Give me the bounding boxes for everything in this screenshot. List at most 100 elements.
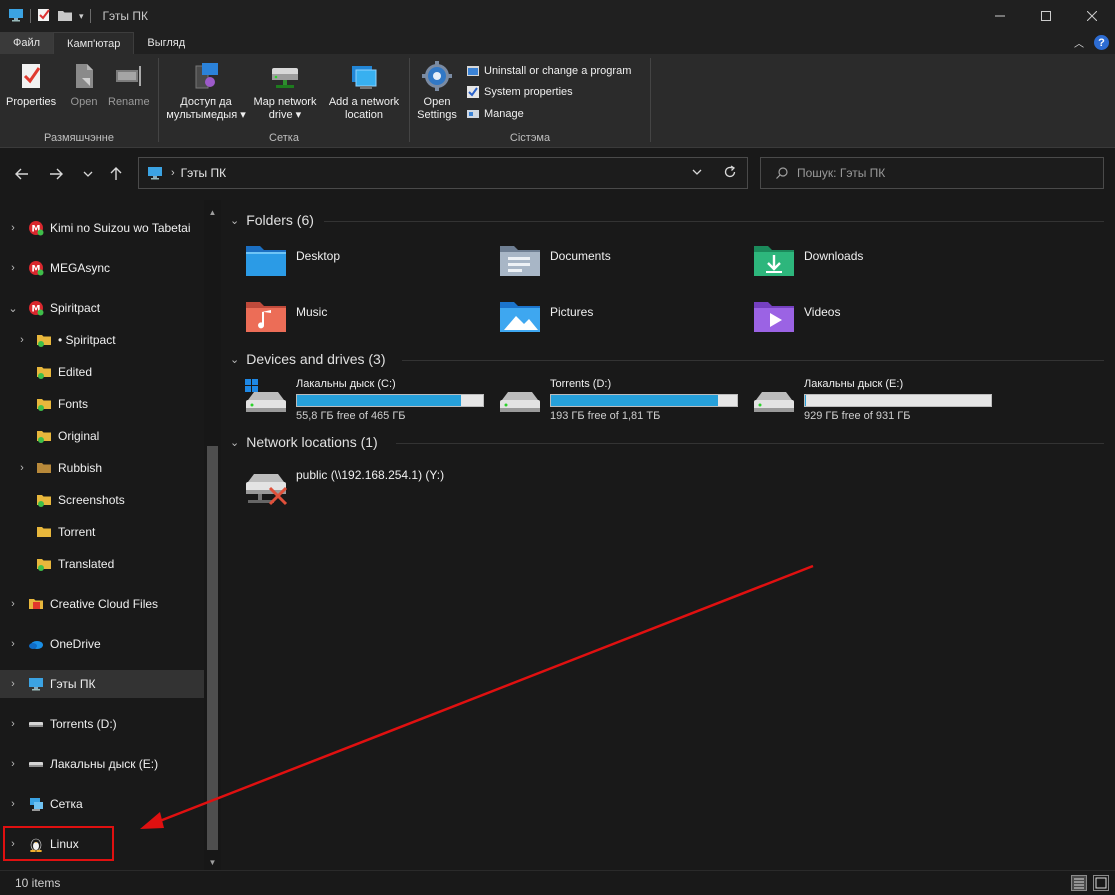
- nav-item-edited[interactable]: Edited: [0, 358, 204, 386]
- tab-file[interactable]: Файл: [0, 32, 54, 54]
- nav-item-network[interactable]: › Сетка: [0, 790, 204, 818]
- hard-drive-icon: [29, 762, 43, 767]
- folder-videos[interactable]: Videos: [752, 298, 1002, 342]
- drive-d[interactable]: Torrents (D:) 193 ГБ free of 1,81 ТБ: [498, 378, 748, 430]
- drives-section-header[interactable]: ⌄ Devices and drives (3): [230, 351, 386, 367]
- nav-item-this-pc[interactable]: › Гэты ПК: [0, 670, 204, 698]
- computer-icon[interactable]: [8, 8, 24, 25]
- media-access-button[interactable]: Доступ да мультымедыя ▾: [163, 60, 249, 122]
- folder-pictures[interactable]: Pictures: [498, 298, 748, 342]
- tab-view[interactable]: Выгляд: [134, 32, 198, 54]
- separator: [89, 9, 91, 23]
- nav-scrollbar[interactable]: ▲ ▼: [204, 200, 221, 870]
- system-properties-icon: [467, 86, 479, 98]
- ribbon-tabs: Файл Камп'ютар Выгляд ︿ ?: [0, 32, 1115, 54]
- expand-chevron-icon[interactable]: ›: [8, 638, 18, 650]
- nav-item-translated[interactable]: Translated: [0, 550, 204, 578]
- nav-item-rubbish[interactable]: › Rubbish: [0, 454, 204, 482]
- scroll-thumb[interactable]: [207, 446, 218, 850]
- breadcrumb[interactable]: Гэты ПК: [181, 166, 226, 180]
- folders-section-header[interactable]: ⌄ Folders (6): [230, 212, 314, 228]
- details-view-button[interactable]: [1071, 875, 1087, 891]
- folder-desktop[interactable]: Desktop: [244, 242, 494, 286]
- folder-documents[interactable]: Documents: [498, 242, 748, 286]
- address-row: › Гэты ПК Пошук: Гэты ПК: [0, 148, 1115, 200]
- search-input[interactable]: Пошук: Гэты ПК: [797, 166, 885, 180]
- nav-item-spiritpact[interactable]: ⌄ M Spiritpact: [0, 294, 204, 322]
- collapse-chevron-icon[interactable]: ⌄: [230, 353, 239, 366]
- nav-item-onedrive[interactable]: › OneDrive: [0, 630, 204, 658]
- folder-downloads[interactable]: Downloads: [752, 242, 1002, 286]
- help-icon[interactable]: ?: [1094, 35, 1109, 50]
- folder-icon: [37, 463, 51, 473]
- open-settings-button[interactable]: Open Settings: [414, 60, 460, 122]
- network-section-header[interactable]: ⌄ Network locations (1): [230, 434, 378, 450]
- tab-computer[interactable]: Камп'ютар: [53, 32, 135, 54]
- network-location-icon: [352, 66, 377, 89]
- search-box[interactable]: Пошук: Гэты ПК: [760, 157, 1104, 189]
- folder-music[interactable]: Music: [244, 298, 494, 342]
- expand-chevron-icon[interactable]: ›: [8, 798, 18, 810]
- rename-icon: [115, 66, 141, 86]
- open-button[interactable]: Open: [68, 60, 100, 109]
- mega-icon: M: [29, 221, 44, 236]
- expand-chevron-icon[interactable]: ›: [8, 262, 18, 274]
- creative-cloud-folder-icon: [29, 599, 43, 609]
- expand-chevron-icon[interactable]: ›: [8, 598, 18, 610]
- scroll-down-icon[interactable]: ▼: [204, 854, 221, 870]
- nav-item-torrent[interactable]: Torrent: [0, 518, 204, 546]
- map-network-drive-button[interactable]: Map network drive ▾: [249, 60, 321, 122]
- downloads-folder-icon: [754, 246, 794, 276]
- address-bar[interactable]: › Гэты ПК: [138, 157, 748, 189]
- recent-locations-chevron-icon[interactable]: [78, 164, 98, 184]
- drive-c[interactable]: Лакальны дыск (C:) 55,8 ГБ free of 465 Г…: [244, 378, 494, 430]
- collapse-ribbon-icon[interactable]: ︿: [1074, 35, 1084, 50]
- manage-computer-icon: [467, 110, 479, 118]
- item-count: 10 items: [15, 876, 61, 890]
- quick-properties-icon[interactable]: [37, 8, 51, 25]
- expand-chevron-icon[interactable]: ›: [17, 462, 27, 474]
- expand-chevron-icon[interactable]: ›: [17, 334, 27, 346]
- nav-item-spiritpact-sub[interactable]: › • Spiritpact: [0, 326, 204, 354]
- refresh-icon[interactable]: [723, 165, 737, 182]
- forward-arrow-icon[interactable]: [46, 164, 66, 184]
- network-group: Доступ да мультымедыя ▾ Map network driv…: [159, 54, 409, 148]
- collapse-chevron-icon[interactable]: ⌄: [230, 436, 239, 449]
- add-network-location-button[interactable]: Add a network location: [321, 60, 407, 122]
- collapse-chevron-icon[interactable]: ⌄: [230, 214, 239, 227]
- scroll-up-icon[interactable]: ▲: [204, 204, 221, 220]
- maximize-icon: [1041, 11, 1051, 21]
- maximize-button[interactable]: [1023, 0, 1069, 32]
- nav-item-megasync[interactable]: › M MEGAsync: [0, 254, 204, 282]
- nav-item-fonts[interactable]: Fonts: [0, 390, 204, 418]
- address-history-chevron-icon[interactable]: [691, 166, 703, 181]
- close-button[interactable]: [1069, 0, 1115, 32]
- system-properties-button[interactable]: System properties: [466, 85, 573, 99]
- large-icons-view-button[interactable]: [1093, 875, 1109, 891]
- manage-button[interactable]: Manage: [466, 107, 524, 121]
- rename-button[interactable]: Rename: [108, 60, 150, 109]
- nav-item-screenshots[interactable]: Screenshots: [0, 486, 204, 514]
- minimize-button[interactable]: [977, 0, 1023, 32]
- nav-item-creative-cloud[interactable]: › Creative Cloud Files: [0, 590, 204, 618]
- uninstall-program-button[interactable]: Uninstall or change a program: [466, 64, 631, 78]
- back-arrow-icon[interactable]: [12, 164, 32, 184]
- network-location-public[interactable]: public (\\192.168.254.1) (Y:): [244, 466, 544, 510]
- up-arrow-icon[interactable]: [106, 164, 126, 184]
- properties-button[interactable]: Properties: [6, 60, 56, 109]
- breadcrumb-chevron-icon[interactable]: ›: [171, 167, 175, 179]
- drive-e[interactable]: Лакальны дыск (E:) 929 ГБ free of 931 ГБ: [752, 378, 1002, 430]
- expand-chevron-icon[interactable]: ›: [8, 758, 18, 770]
- collapse-chevron-icon[interactable]: ⌄: [8, 303, 18, 315]
- nav-item-original[interactable]: Original: [0, 422, 204, 450]
- nav-item-torrents-drive[interactable]: › Torrents (D:): [0, 710, 204, 738]
- expand-chevron-icon[interactable]: ›: [8, 678, 18, 690]
- nav-item-local-disk-e[interactable]: › Лакальны дыск (E:): [0, 750, 204, 778]
- expand-chevron-icon[interactable]: ›: [8, 718, 18, 730]
- synced-folder-icon: [37, 335, 51, 347]
- quick-access-dropdown-icon[interactable]: ▾: [79, 11, 84, 22]
- new-folder-icon[interactable]: [57, 8, 73, 25]
- expand-chevron-icon[interactable]: ›: [8, 222, 18, 234]
- hard-drive-icon: [754, 392, 794, 412]
- nav-item-kimi[interactable]: › M Kimi no Suizou wo Tabetai: [0, 214, 204, 242]
